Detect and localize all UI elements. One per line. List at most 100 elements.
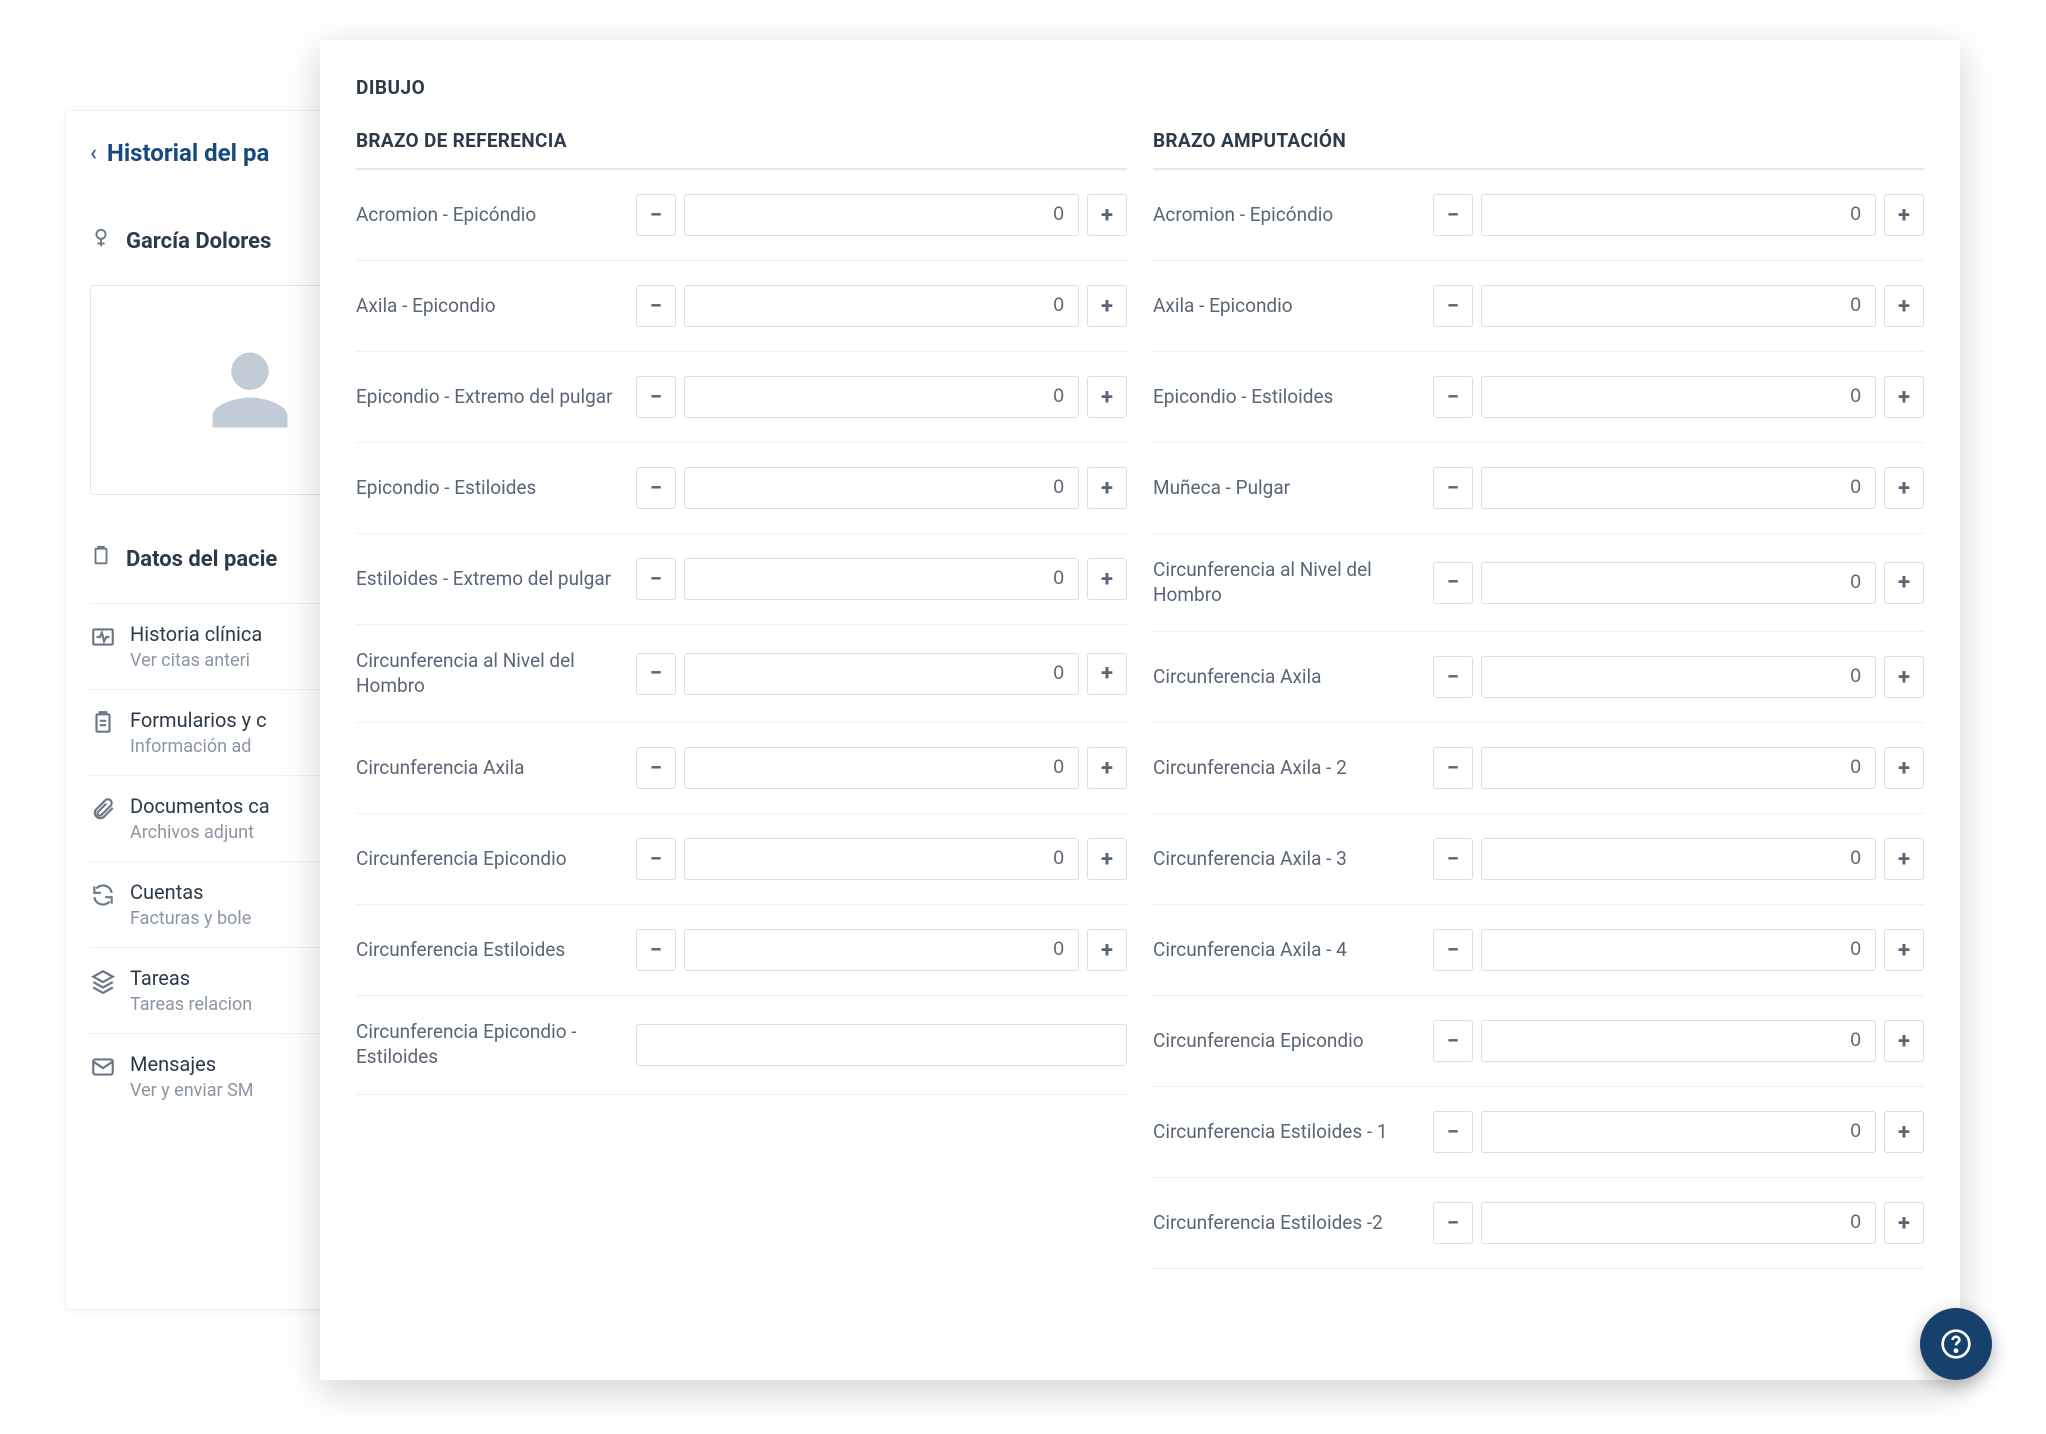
measurement-input[interactable] <box>1481 838 1876 880</box>
field-label: Circunferencia Axila - 3 <box>1153 847 1423 872</box>
field-label: Axila - Epicondio <box>356 294 626 319</box>
increment-button[interactable]: + <box>1087 194 1127 236</box>
field-label: Acromion - Epicóndio <box>1153 203 1423 228</box>
increment-button[interactable]: + <box>1884 838 1924 880</box>
decrement-button[interactable]: − <box>636 285 676 327</box>
measurement-input[interactable] <box>684 376 1079 418</box>
field-label: Circunferencia Estiloides <box>356 938 626 963</box>
field-label: Circunferencia al Nivel del Hombro <box>356 649 626 698</box>
decrement-button[interactable]: − <box>1433 747 1473 789</box>
decrement-button[interactable]: − <box>1433 656 1473 698</box>
measurement-input[interactable] <box>1481 1202 1876 1244</box>
measurement-input[interactable] <box>684 747 1079 789</box>
amputation-field-row: Circunferencia Epicondio−+ <box>1153 996 1924 1087</box>
increment-button[interactable]: + <box>1087 747 1127 789</box>
clipboard-icon <box>90 708 130 740</box>
increment-button[interactable]: + <box>1884 285 1924 327</box>
decrement-button[interactable]: − <box>1433 467 1473 509</box>
measurement-input[interactable] <box>1481 656 1876 698</box>
increment-button[interactable]: + <box>1087 929 1127 971</box>
clipboard-icon <box>90 545 112 573</box>
decrement-button[interactable]: − <box>1433 1202 1473 1244</box>
quantity-stepper: −+ <box>1433 747 1924 789</box>
increment-button[interactable]: + <box>1884 467 1924 509</box>
decrement-button[interactable]: − <box>636 558 676 600</box>
measurement-input[interactable] <box>684 838 1079 880</box>
reference-field-row: Epicondio - Extremo del pulgar−+ <box>356 352 1127 443</box>
increment-button[interactable]: + <box>1087 285 1127 327</box>
amputation-field-row: Circunferencia Axila−+ <box>1153 632 1924 723</box>
measurement-input[interactable] <box>684 194 1079 236</box>
decrement-button[interactable]: − <box>636 653 676 695</box>
reference-arm-title: BRAZO DE REFERENCIA <box>356 129 1127 170</box>
measurement-input[interactable] <box>1481 467 1876 509</box>
measurement-input[interactable] <box>684 653 1079 695</box>
measurement-input[interactable] <box>684 558 1079 600</box>
sidebar-item-title: Formularios y c <box>130 708 267 732</box>
quantity-stepper: −+ <box>636 558 1127 600</box>
increment-button[interactable]: + <box>1087 376 1127 418</box>
decrement-button[interactable]: − <box>1433 929 1473 971</box>
quantity-stepper: −+ <box>1433 929 1924 971</box>
decrement-button[interactable]: − <box>1433 285 1473 327</box>
field-label: Circunferencia Axila <box>356 756 626 781</box>
quantity-stepper: −+ <box>1433 562 1924 604</box>
sidebar-item-title: Tareas <box>130 966 252 990</box>
amputation-field-row: Circunferencia Estiloides - 1−+ <box>1153 1087 1924 1178</box>
help-button[interactable] <box>1920 1308 1992 1380</box>
measurement-input[interactable] <box>1481 1020 1876 1062</box>
patient-name: García Dolores <box>126 229 271 254</box>
decrement-button[interactable]: − <box>1433 376 1473 418</box>
field-label: Circunferencia Estiloides -2 <box>1153 1211 1423 1236</box>
measurement-input[interactable] <box>1481 562 1876 604</box>
sidebar-item-subtitle: Archivos adjunt <box>130 822 270 843</box>
decrement-button[interactable]: − <box>636 929 676 971</box>
decrement-button[interactable]: − <box>1433 194 1473 236</box>
increment-button[interactable]: + <box>1884 1111 1924 1153</box>
sidebar-item-title: Mensajes <box>130 1052 254 1076</box>
decrement-button[interactable]: − <box>1433 838 1473 880</box>
decrement-button[interactable]: − <box>636 747 676 789</box>
increment-button[interactable]: + <box>1884 1202 1924 1244</box>
measurement-input[interactable] <box>684 929 1079 971</box>
measurement-input[interactable] <box>684 285 1079 327</box>
measurement-input[interactable] <box>1481 285 1876 327</box>
increment-button[interactable]: + <box>1087 467 1127 509</box>
decrement-button[interactable]: − <box>1433 1020 1473 1062</box>
heartbeat-icon <box>90 622 130 654</box>
measurement-input[interactable] <box>1481 194 1876 236</box>
layers-icon <box>90 966 130 998</box>
decrement-button[interactable]: − <box>636 376 676 418</box>
increment-button[interactable]: + <box>1884 929 1924 971</box>
increment-button[interactable]: + <box>1087 558 1127 600</box>
amputation-field-row: Epicondio - Estiloides− + <box>1153 352 1924 443</box>
amputation-field-row: Circunferencia Axila - 3− + <box>1153 814 1924 905</box>
amputation-field-row: Acromion - Epicóndio− + <box>1153 170 1924 261</box>
increment-button[interactable]: + <box>1884 562 1924 604</box>
reference-field-row: Circunferencia Epicondio−+ <box>356 814 1127 905</box>
measurement-input[interactable] <box>684 467 1079 509</box>
increment-button[interactable]: + <box>1087 838 1127 880</box>
increment-button[interactable]: + <box>1087 653 1127 695</box>
measurement-input[interactable] <box>1481 1111 1876 1153</box>
drawing-modal: DIBUJO BRAZO DE REFERENCIA Acromion - Ep… <box>320 40 1960 1380</box>
back-link-label: Historial del pa <box>107 139 269 167</box>
sidebar-item-subtitle: Tareas relacion <box>130 994 252 1015</box>
field-label: Epicondio - Estiloides <box>1153 385 1423 410</box>
increment-button[interactable]: + <box>1884 1020 1924 1062</box>
measurement-text-input[interactable] <box>636 1024 1127 1066</box>
increment-button[interactable]: + <box>1884 194 1924 236</box>
decrement-button[interactable]: − <box>1433 562 1473 604</box>
decrement-button[interactable]: − <box>636 838 676 880</box>
reference-field-row: Axila - Epicondio− + <box>356 261 1127 352</box>
increment-button[interactable]: + <box>1884 747 1924 789</box>
decrement-button[interactable]: − <box>636 467 676 509</box>
measurement-input[interactable] <box>1481 929 1876 971</box>
decrement-button[interactable]: − <box>636 194 676 236</box>
increment-button[interactable]: + <box>1884 376 1924 418</box>
reference-field-row: Acromion - Epicóndio−+ <box>356 170 1127 261</box>
measurement-input[interactable] <box>1481 376 1876 418</box>
measurement-input[interactable] <box>1481 747 1876 789</box>
increment-button[interactable]: + <box>1884 656 1924 698</box>
decrement-button[interactable]: − <box>1433 1111 1473 1153</box>
